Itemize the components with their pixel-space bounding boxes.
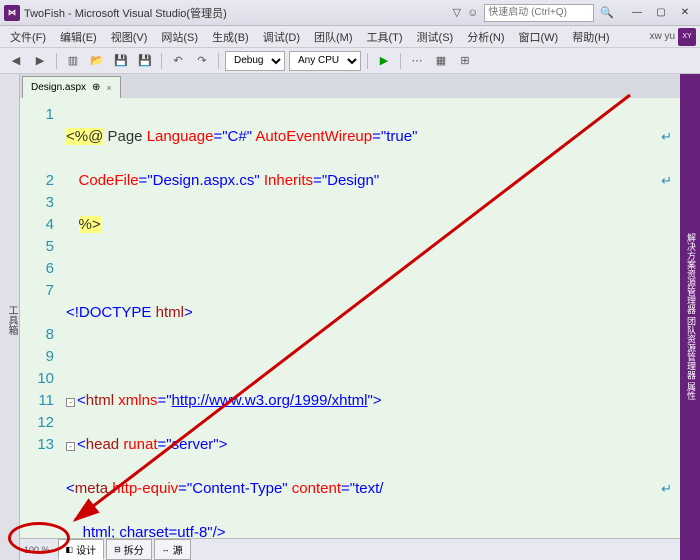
toolbar: ◀ ▶ ▥ 📂 💾 💾 ↶ ↷ Debug Any CPU ▶ ⋯ ▦ ⊞ xyxy=(0,48,700,74)
menu-analyze[interactable]: 分析(N) xyxy=(461,27,510,47)
designer-tabbar: 100 % ◧设计 ⊟拆分 ↔源 xyxy=(20,538,680,560)
menu-help[interactable]: 帮助(H) xyxy=(566,27,615,47)
menu-bar: 文件(F) 编辑(E) 视图(V) 网站(S) 生成(B) 调试(D) 团队(M… xyxy=(0,26,700,48)
menu-debug[interactable]: 调试(D) xyxy=(257,27,306,47)
menu-build[interactable]: 生成(B) xyxy=(206,27,255,47)
menu-tools[interactable]: 工具(T) xyxy=(361,27,409,47)
split-view-tab[interactable]: ⊟拆分 xyxy=(106,539,152,560)
code-body[interactable]: <%@ Page Language="C#" AutoEventWireup="… xyxy=(60,98,680,538)
right-panel-rail[interactable]: 解决方案资源管理器 团队资源管理器 属性 xyxy=(680,74,700,560)
search-icon[interactable]: 🔍 xyxy=(600,6,614,19)
nav-fwd-button[interactable]: ▶ xyxy=(30,51,50,71)
fold-icon[interactable]: - xyxy=(66,398,75,407)
quick-launch-input[interactable] xyxy=(484,4,594,22)
code-editor[interactable]: 12 3456 789 10111213 <%@ Page Language="… xyxy=(20,98,680,538)
toolbox-rail[interactable]: 工具箱 xyxy=(0,74,20,560)
browser-button[interactable]: ⋯ xyxy=(407,51,427,71)
menu-view[interactable]: 视图(V) xyxy=(105,27,154,47)
config-select[interactable]: Debug xyxy=(225,51,285,71)
wrap-icon: ↵ xyxy=(661,478,672,500)
platform-select[interactable]: Any CPU xyxy=(289,51,361,71)
menu-team[interactable]: 团队(M) xyxy=(308,27,359,47)
tab-label: Design.aspx xyxy=(31,82,86,93)
user-avatar[interactable]: XY xyxy=(678,28,696,46)
menu-test[interactable]: 测试(S) xyxy=(411,27,460,47)
user-name[interactable]: xw yu xyxy=(649,31,675,42)
new-project-button[interactable]: ▥ xyxy=(63,51,83,71)
zoom-level[interactable]: 100 % xyxy=(24,545,50,555)
feedback-icon[interactable]: ☺ xyxy=(467,7,478,19)
notification-icon[interactable]: ▽ xyxy=(453,6,461,19)
nav-back-button[interactable]: ◀ xyxy=(6,51,26,71)
minimize-button[interactable]: — xyxy=(626,5,648,21)
open-button[interactable]: 📂 xyxy=(87,51,107,71)
wrap-icon: ↵ xyxy=(661,170,672,192)
tool-button-2[interactable]: ⊞ xyxy=(455,51,475,71)
design-view-tab[interactable]: ◧设计 xyxy=(58,539,105,560)
menu-window[interactable]: 窗口(W) xyxy=(513,27,565,47)
restore-button[interactable]: ▢ xyxy=(650,5,672,21)
tool-button-1[interactable]: ▦ xyxy=(431,51,451,71)
save-button[interactable]: 💾 xyxy=(111,51,131,71)
menu-website[interactable]: 网站(S) xyxy=(155,27,204,47)
tab-pin-icon[interactable]: ⊕ xyxy=(92,82,100,93)
tab-close-icon[interactable]: × xyxy=(106,83,111,93)
source-view-tab[interactable]: ↔源 xyxy=(154,539,191,560)
redo-button[interactable]: ↷ xyxy=(192,51,212,71)
wrap-icon: ↵ xyxy=(661,126,672,148)
menu-file[interactable]: 文件(F) xyxy=(4,27,52,47)
tab-design-aspx[interactable]: Design.aspx ⊕ × xyxy=(22,76,121,98)
save-all-button[interactable]: 💾 xyxy=(135,51,155,71)
close-button[interactable]: ✕ xyxy=(674,5,696,21)
line-gutter: 12 3456 789 10111213 xyxy=(20,98,60,538)
menu-edit[interactable]: 编辑(E) xyxy=(54,27,103,47)
window-title: TwoFish - Microsoft Visual Studio(管理员) xyxy=(24,5,453,21)
start-button[interactable]: ▶ xyxy=(374,51,394,71)
vs-logo-icon: ⋈ xyxy=(4,5,20,21)
document-tabbar: Design.aspx ⊕ × xyxy=(20,74,680,98)
undo-button[interactable]: ↶ xyxy=(168,51,188,71)
fold-icon[interactable]: - xyxy=(66,442,75,451)
